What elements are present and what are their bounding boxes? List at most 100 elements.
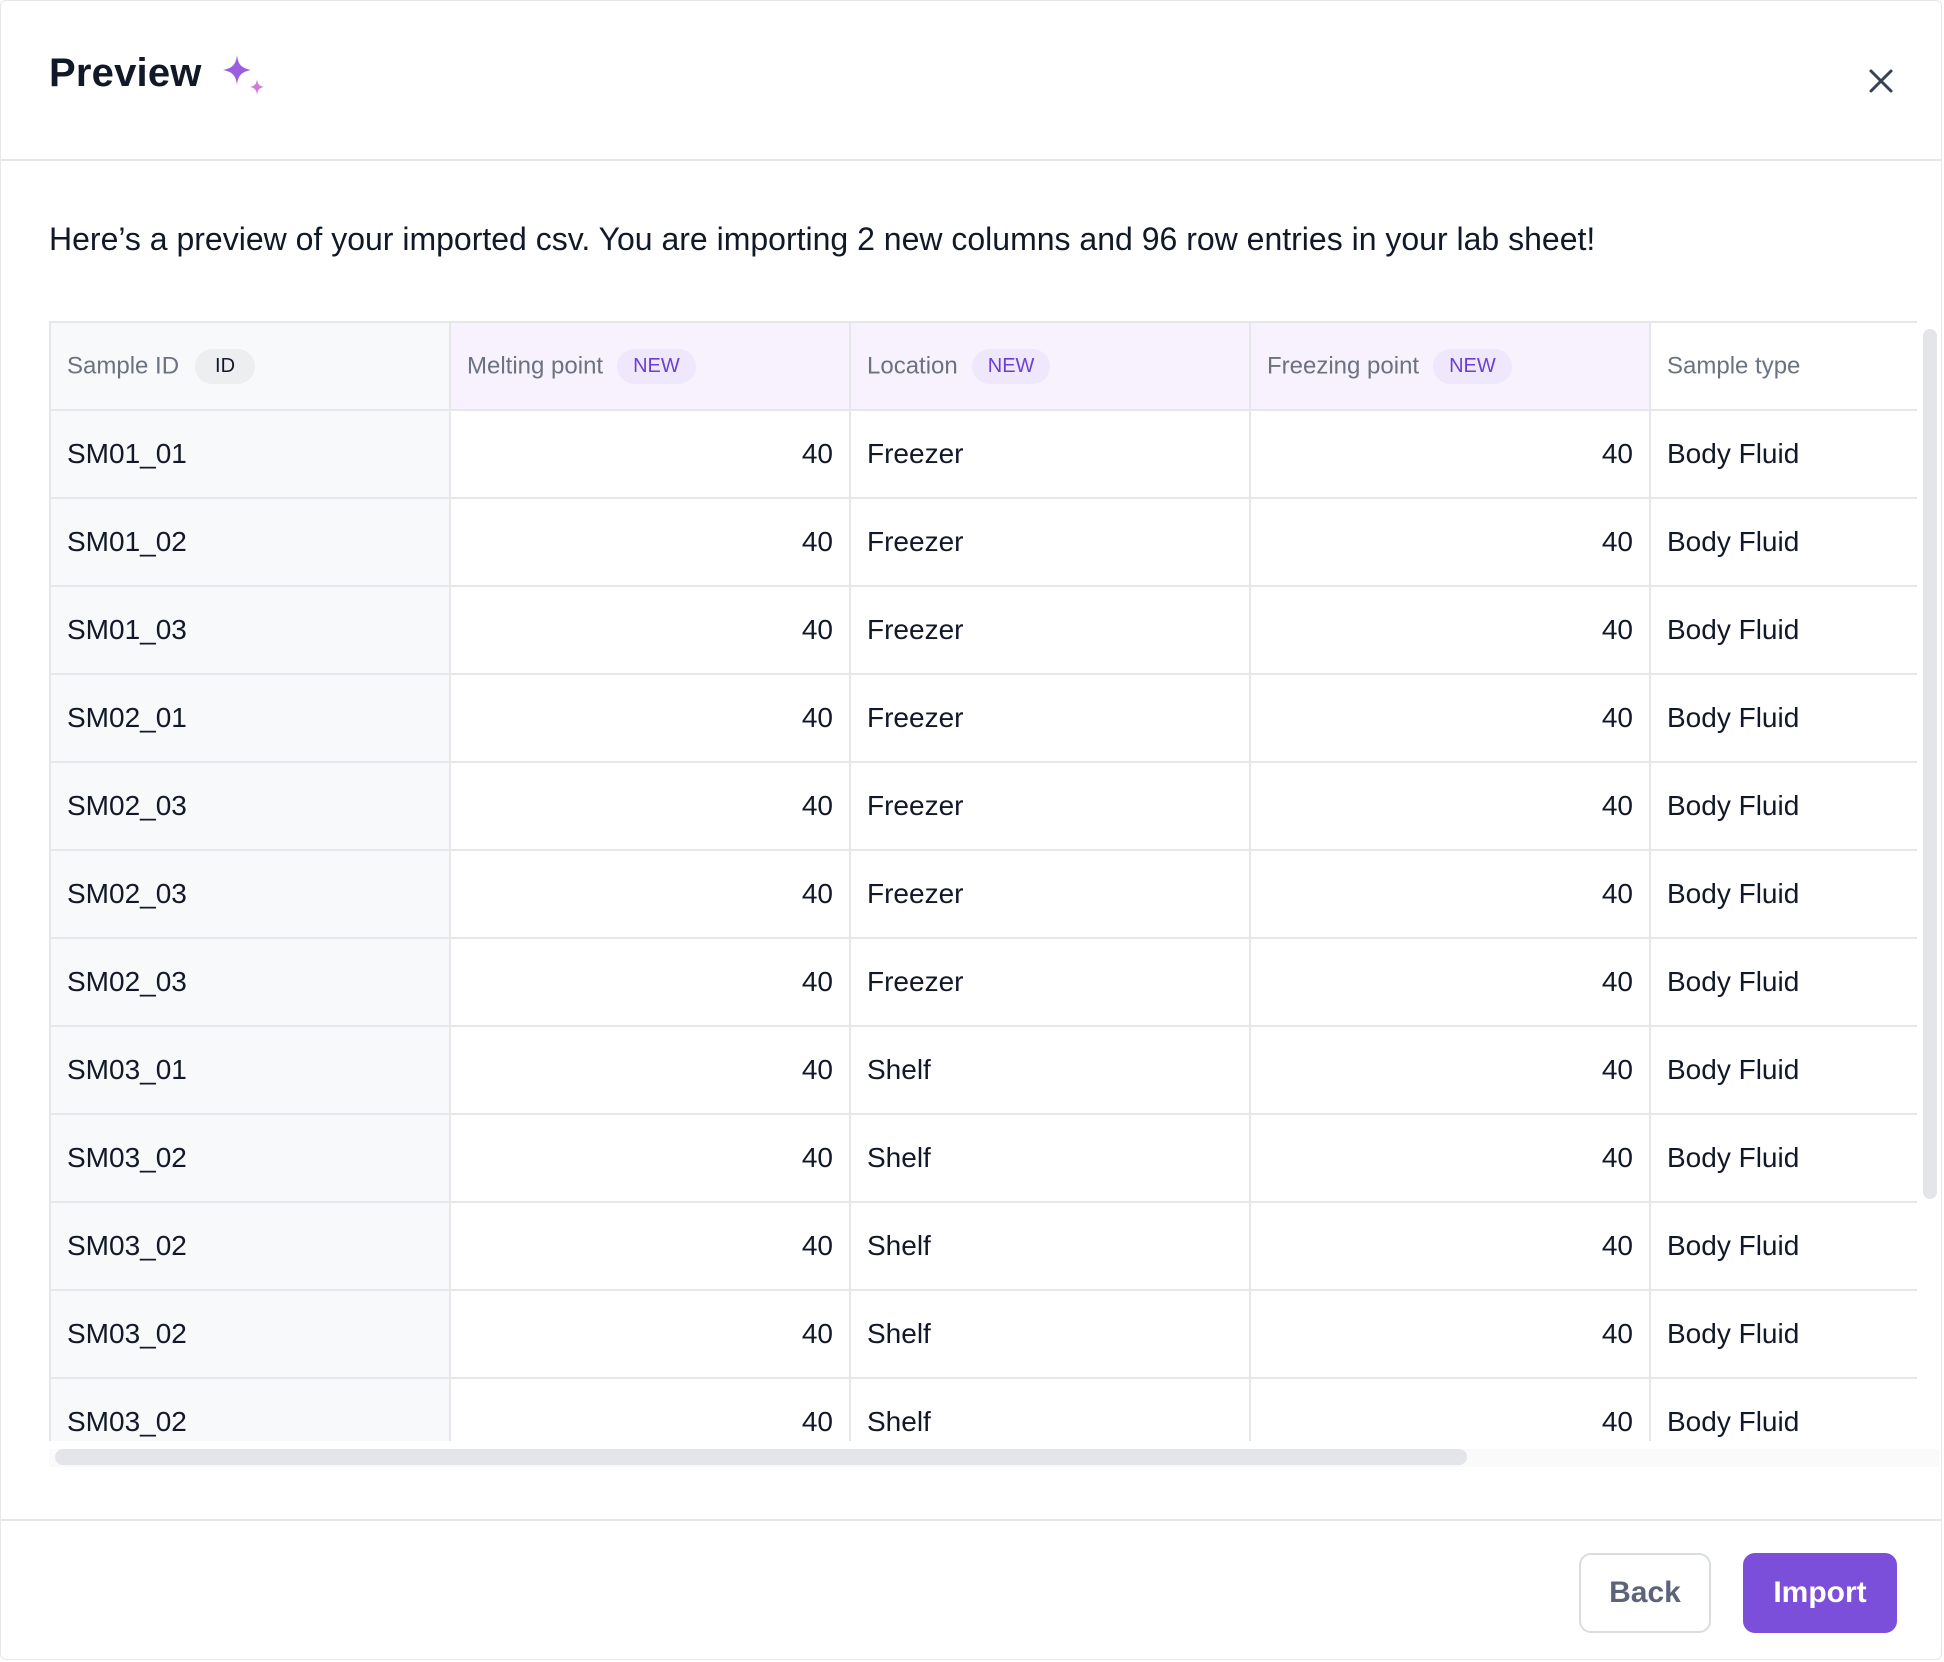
cell-freezing-point: 40: [1250, 762, 1651, 851]
cell-freezing-point: 40: [1250, 410, 1651, 499]
table-row: SM02_03 40 Freezer 40 Body Fluid: [49, 850, 1917, 939]
preview-dialog: Preview Here’s a preview of your importe…: [0, 0, 1942, 1660]
cell-melting-point: 40: [450, 1290, 851, 1379]
cell-location: Freezer: [850, 674, 1251, 763]
column-header-freezing-point: Freezing point NEW: [1250, 321, 1651, 411]
cell-sample-id: SM03_02: [49, 1290, 451, 1379]
cell-melting-point: 40: [450, 1378, 851, 1441]
column-header-label: Sample type: [1667, 352, 1801, 380]
cell-location: Freezer: [850, 938, 1251, 1027]
cell-sample-type: Body Fluid: [1650, 1114, 1917, 1203]
cell-freezing-point: 40: [1250, 1026, 1651, 1115]
table-row: SM03_01 40 Shelf 40 Body Fluid: [49, 1026, 1917, 1115]
table-row: SM02_03 40 Freezer 40 Body Fluid: [49, 762, 1917, 851]
cell-sample-id: SM02_03: [49, 938, 451, 1027]
cell-sample-type: Body Fluid: [1650, 498, 1917, 587]
table-row: SM01_02 40 Freezer 40 Body Fluid: [49, 498, 1917, 587]
new-badge: NEW: [1433, 348, 1512, 384]
cell-sample-id: SM03_01: [49, 1026, 451, 1115]
cell-freezing-point: 40: [1250, 1378, 1651, 1441]
dialog-header: Preview: [1, 1, 1941, 161]
table-row: SM03_02 40 Shelf 40 Body Fluid: [49, 1378, 1917, 1441]
column-header-label: Location: [867, 352, 958, 379]
cell-sample-type: Body Fluid: [1650, 1202, 1917, 1291]
cell-sample-id: SM01_03: [49, 586, 451, 675]
cell-location: Shelf: [850, 1290, 1251, 1379]
cell-sample-id: SM03_02: [49, 1202, 451, 1291]
cell-location: Shelf: [850, 1114, 1251, 1203]
cell-sample-id: SM02_03: [49, 850, 451, 939]
close-icon[interactable]: [1861, 61, 1901, 101]
back-button[interactable]: Back: [1579, 1553, 1711, 1633]
cell-location: Shelf: [850, 1026, 1251, 1115]
cell-freezing-point: 40: [1250, 498, 1651, 587]
column-header-label: Melting point: [467, 352, 604, 379]
cell-melting-point: 40: [450, 586, 851, 675]
cell-sample-id: SM02_03: [49, 762, 451, 851]
column-header-label: Sample ID: [67, 352, 180, 379]
vertical-scrollbar[interactable]: [1923, 329, 1937, 1199]
cell-sample-type: Body Fluid: [1650, 762, 1917, 851]
cell-sample-type: Body Fluid: [1650, 674, 1917, 763]
cell-freezing-point: 40: [1250, 1202, 1651, 1291]
cell-freezing-point: 40: [1250, 674, 1651, 763]
cell-freezing-point: 40: [1250, 850, 1651, 939]
cell-melting-point: 40: [450, 1026, 851, 1115]
cell-melting-point: 40: [450, 850, 851, 939]
new-badge: NEW: [617, 348, 696, 384]
cell-sample-type: Body Fluid: [1650, 1026, 1917, 1115]
dialog-title: Preview: [49, 51, 202, 95]
cell-location: Shelf: [850, 1378, 1251, 1441]
cell-sample-id: SM02_01: [49, 674, 451, 763]
dialog-footer: Back Import: [1, 1519, 1941, 1661]
sparkle-icon: [223, 55, 264, 95]
cell-sample-id: SM03_02: [49, 1378, 451, 1441]
cell-location: Freezer: [850, 850, 1251, 939]
table-row: SM03_02 40 Shelf 40 Body Fluid: [49, 1290, 1917, 1379]
cell-melting-point: 40: [450, 410, 851, 499]
cell-sample-type: Body Fluid: [1650, 850, 1917, 939]
column-header-label: Freezing point: [1267, 352, 1420, 379]
column-header-sample-id: Sample ID ID: [49, 321, 451, 411]
horizontal-scrollbar[interactable]: [55, 1449, 1467, 1465]
cell-freezing-point: 40: [1250, 586, 1651, 675]
column-header-melting-point: Melting point NEW: [450, 321, 851, 411]
table-row: SM03_02 40 Shelf 40 Body Fluid: [49, 1114, 1917, 1203]
cell-location: Freezer: [850, 498, 1251, 587]
cell-freezing-point: 40: [1250, 1114, 1651, 1203]
table-row: SM02_01 40 Freezer 40 Body Fluid: [49, 674, 1917, 763]
cell-sample-type: Body Fluid: [1650, 410, 1917, 499]
cell-sample-type: Body Fluid: [1650, 586, 1917, 675]
cell-melting-point: 40: [450, 1202, 851, 1291]
table-row: SM03_02 40 Shelf 40 Body Fluid: [49, 1202, 1917, 1291]
cell-melting-point: 40: [450, 938, 851, 1027]
cell-freezing-point: 40: [1250, 938, 1651, 1027]
cell-melting-point: 40: [450, 762, 851, 851]
cell-sample-id: SM01_02: [49, 498, 451, 587]
cell-location: Shelf: [850, 1202, 1251, 1291]
table-row: SM01_01 40 Freezer 40 Body Fluid: [49, 410, 1917, 499]
new-badge: NEW: [971, 348, 1051, 384]
preview-table: Sample ID ID Melting point NEW Location NEW…: [49, 321, 1917, 1441]
table-row: SM02_03 40 Freezer 40 Body Fluid: [49, 938, 1917, 1027]
cell-sample-id: SM03_02: [49, 1114, 451, 1203]
cell-melting-point: 40: [450, 1114, 851, 1203]
import-summary-text: Here’s a preview of your imported csv. Y…: [49, 221, 1596, 257]
id-badge: ID: [195, 348, 256, 384]
column-header-sample-type: Sample type: [1650, 321, 1917, 411]
cell-location: Freezer: [850, 410, 1251, 499]
cell-sample-type: Body Fluid: [1650, 1378, 1917, 1441]
table-row: SM01_03 40 Freezer 40 Body Fluid: [49, 586, 1917, 675]
cell-sample-type: Body Fluid: [1650, 938, 1917, 1027]
column-header-location: Location NEW: [850, 321, 1251, 411]
cell-location: Freezer: [850, 586, 1251, 675]
table-header-row: Sample ID ID Melting point NEW Location NEW…: [49, 321, 1917, 411]
preview-table-container[interactable]: Sample ID ID Melting point NEW Location NEW…: [49, 321, 1917, 1441]
cell-freezing-point: 40: [1250, 1290, 1651, 1379]
import-button[interactable]: Import: [1743, 1553, 1897, 1633]
table-body: SM01_01 40 Freezer 40 Body Fluid SM01_02…: [49, 410, 1917, 1441]
cell-melting-point: 40: [450, 498, 851, 587]
cell-location: Freezer: [850, 762, 1251, 851]
cell-sample-type: Body Fluid: [1650, 1290, 1917, 1379]
cell-sample-id: SM01_01: [49, 410, 451, 499]
